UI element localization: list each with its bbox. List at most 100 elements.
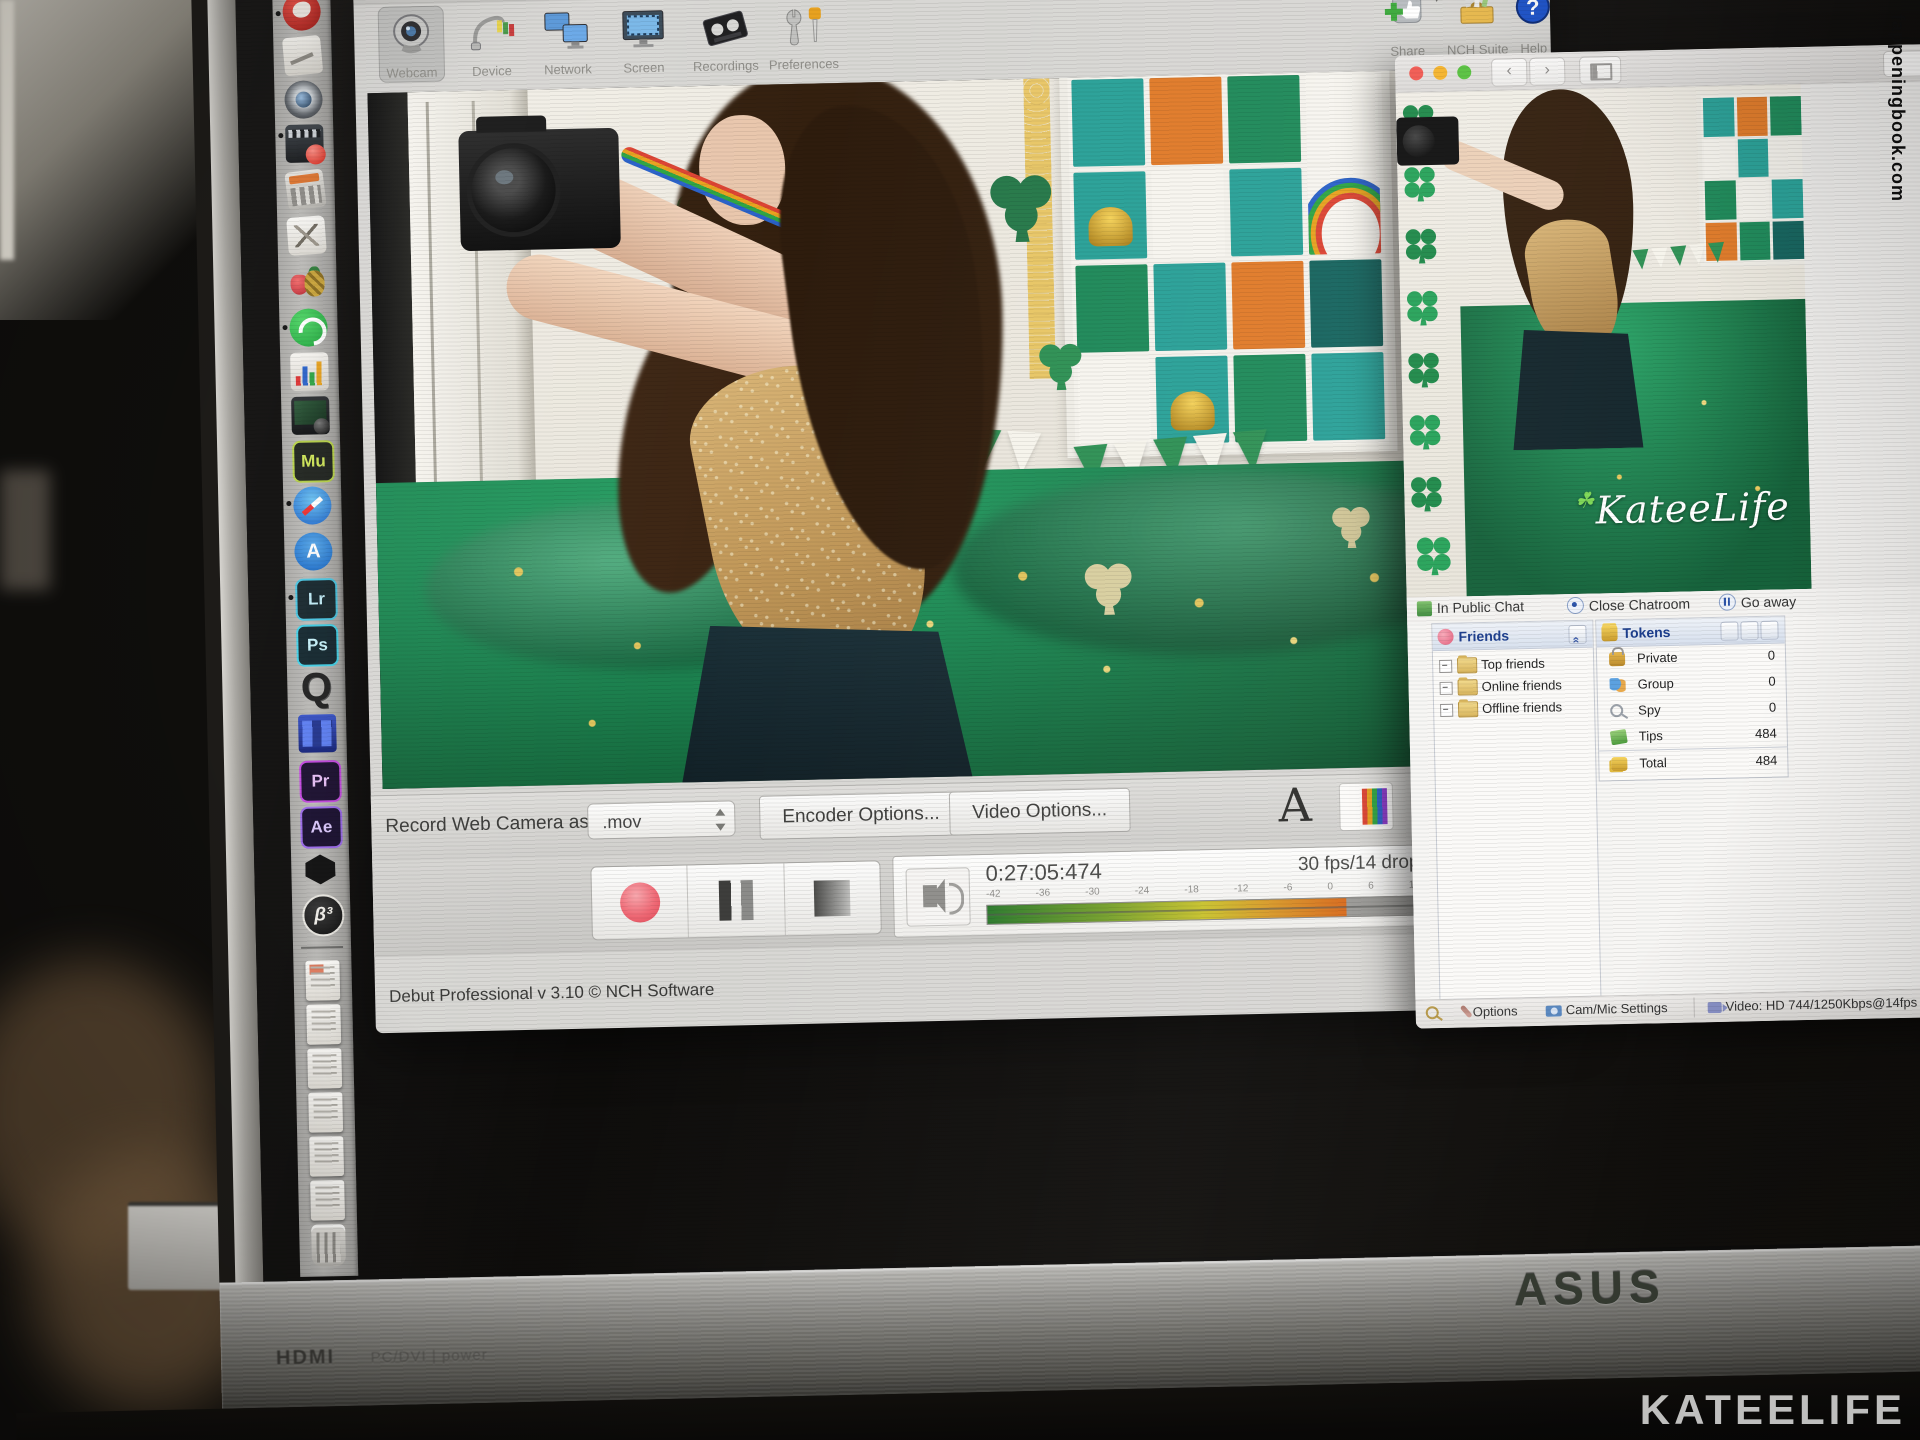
speaker-icon <box>923 885 937 907</box>
record-button[interactable] <box>591 865 689 939</box>
asus-logo: ASUS <box>1513 1259 1666 1316</box>
format-select[interactable]: .mov <box>587 800 736 839</box>
dock-item-after-effects[interactable]: Ae <box>300 806 343 849</box>
dock-minimized-window[interactable] <box>306 1004 341 1045</box>
dock-item-camera-viewer[interactable] <box>284 80 323 119</box>
back-button[interactable]: ‹ <box>1491 58 1528 87</box>
chat-window: ‹ › <box>1395 44 1920 1029</box>
audio-level-fill <box>987 898 1346 924</box>
dock-item-app-store[interactable]: A <box>294 532 333 571</box>
toolbar-help-button[interactable]: ? Help <box>1499 0 1567 58</box>
tokens-list-button[interactable] <box>1760 621 1778 640</box>
dock-item-red-app[interactable] <box>282 0 321 31</box>
toolbar-label: Preferences <box>757 56 851 73</box>
dock-item-processing[interactable]: β³ <box>302 894 345 937</box>
friends-group-top[interactable]: Top friends <box>1439 653 1562 678</box>
dock-item-cocktail-app[interactable] <box>288 262 327 301</box>
running-indicator <box>288 595 293 600</box>
dock-minimized-window[interactable] <box>310 1180 345 1221</box>
chat-person-icon <box>1417 601 1432 616</box>
toolbar-recordings-button[interactable]: Recordings <box>691 0 759 76</box>
tokens-search-button[interactable] <box>1740 621 1758 640</box>
expand-toggle[interactable] <box>1440 704 1453 717</box>
sidebar-toggle-button[interactable] <box>1579 56 1622 85</box>
zoom-window-button[interactable] <box>1457 65 1471 79</box>
toolbar-preferences-button[interactable]: Preferences <box>769 0 837 74</box>
dock-item-quicktime[interactable]: Q <box>297 668 336 707</box>
tokens-refresh-button[interactable] <box>1720 621 1738 640</box>
friends-group-online[interactable]: Online friends <box>1439 675 1562 700</box>
dock-item-photoshop[interactable]: Ps <box>296 624 339 667</box>
dock-item-unity[interactable] <box>301 850 340 889</box>
encoder-options-button[interactable]: Encoder Options... <box>759 791 963 839</box>
dock-item-activity-chart[interactable] <box>290 352 329 391</box>
toolbar-screen-button[interactable]: Screen <box>610 0 678 77</box>
text-overlay-button[interactable]: A <box>1263 777 1328 836</box>
dock-item-clipping-tool[interactable] <box>286 215 327 256</box>
friends-header[interactable]: Friends <box>1432 621 1593 651</box>
dock-item-media-player[interactable] <box>291 396 330 435</box>
toolbar-label: Screen <box>597 59 691 76</box>
group-icon <box>1609 678 1625 692</box>
photo-of-monitor: Mu A Lr Ps Q Pr Ae β³ <box>0 0 1920 1440</box>
expand-toggle[interactable] <box>1439 660 1452 673</box>
dock-item-blue-app[interactable] <box>298 714 337 753</box>
webcam-preview <box>367 68 1554 789</box>
close-chatroom-button[interactable]: Close Chatroom <box>1567 594 1690 614</box>
magnifier-icon <box>1426 1006 1439 1019</box>
close-window-button[interactable] <box>1409 66 1423 80</box>
dock-item-notes[interactable] <box>282 35 323 76</box>
camera-icon <box>1546 1005 1562 1016</box>
running-indicator <box>278 133 283 138</box>
dock-item-adobe-muse[interactable]: Mu <box>292 440 335 483</box>
status-divider <box>1693 997 1694 1017</box>
webcam-feed <box>367 68 1554 789</box>
toolbar-webcam-button[interactable]: Webcam <box>378 6 446 83</box>
clover-border-icon <box>1402 286 1443 327</box>
zoom-search-button[interactable] <box>1426 1005 1443 1020</box>
dock-minimized-window[interactable] <box>309 1136 344 1177</box>
running-indicator <box>276 11 281 16</box>
stop-button[interactable] <box>784 861 881 935</box>
record-timer: 0:27:05:474 <box>985 858 1102 887</box>
video-info: Video: HD 744/1250Kbps@14fps <box>1708 995 1918 1015</box>
lightroom-label: Lr <box>297 580 336 619</box>
folder-icon <box>1457 679 1477 695</box>
processing-label: β³ <box>304 896 343 935</box>
dark-skirt <box>674 620 978 789</box>
expand-toggle[interactable] <box>1440 682 1453 695</box>
collapse-button[interactable] <box>1568 625 1586 644</box>
toolbar-network-button[interactable]: Network <box>534 2 602 79</box>
folder-icon <box>1458 701 1478 717</box>
share-dropdown-caret: ▼ <box>1432 0 1442 5</box>
cam-mic-settings-button[interactable]: Cam/Mic Settings <box>1546 1000 1668 1018</box>
forward-button[interactable]: › <box>1529 57 1566 86</box>
color-effects-button[interactable] <box>1339 782 1394 831</box>
minimize-window-button[interactable] <box>1433 66 1447 80</box>
video-options-button[interactable]: Video Options... <box>949 788 1131 836</box>
public-chat-button[interactable]: In Public Chat <box>1417 598 1524 616</box>
friends-group-offline[interactable]: Offline friends <box>1440 697 1563 722</box>
dock-item-screen-recorder[interactable] <box>285 124 324 163</box>
wrench-icon <box>1460 1005 1473 1019</box>
dock-item-lightroom[interactable]: Lr <box>295 578 338 621</box>
mute-button[interactable] <box>905 867 970 926</box>
watermark-side: fappeningbook.com <box>1887 14 1908 202</box>
dock-item-premiere[interactable]: Pr <box>299 760 342 803</box>
dock-item-safari[interactable] <box>293 486 332 525</box>
toolbar-device-button[interactable]: Device <box>458 4 526 81</box>
dock-minimized-window[interactable] <box>307 1048 342 1089</box>
port-label-faint: PC/DVI | power <box>371 1347 488 1367</box>
clover-border-icon <box>1403 348 1444 389</box>
clover-border-icon <box>1405 410 1446 451</box>
go-away-button[interactable]: Go away <box>1719 592 1797 611</box>
heart-icon <box>1437 629 1453 645</box>
pause-button[interactable] <box>688 863 786 937</box>
dock-minimized-window[interactable] <box>305 960 340 1001</box>
close-chat-icon <box>1567 597 1584 614</box>
dock-trash[interactable] <box>311 1224 346 1267</box>
dock-item-whatsapp[interactable] <box>289 308 328 347</box>
dock-minimized-window[interactable] <box>308 1092 343 1133</box>
dock-item-calculator[interactable] <box>284 168 326 210</box>
options-button[interactable]: Options <box>1460 1003 1518 1019</box>
